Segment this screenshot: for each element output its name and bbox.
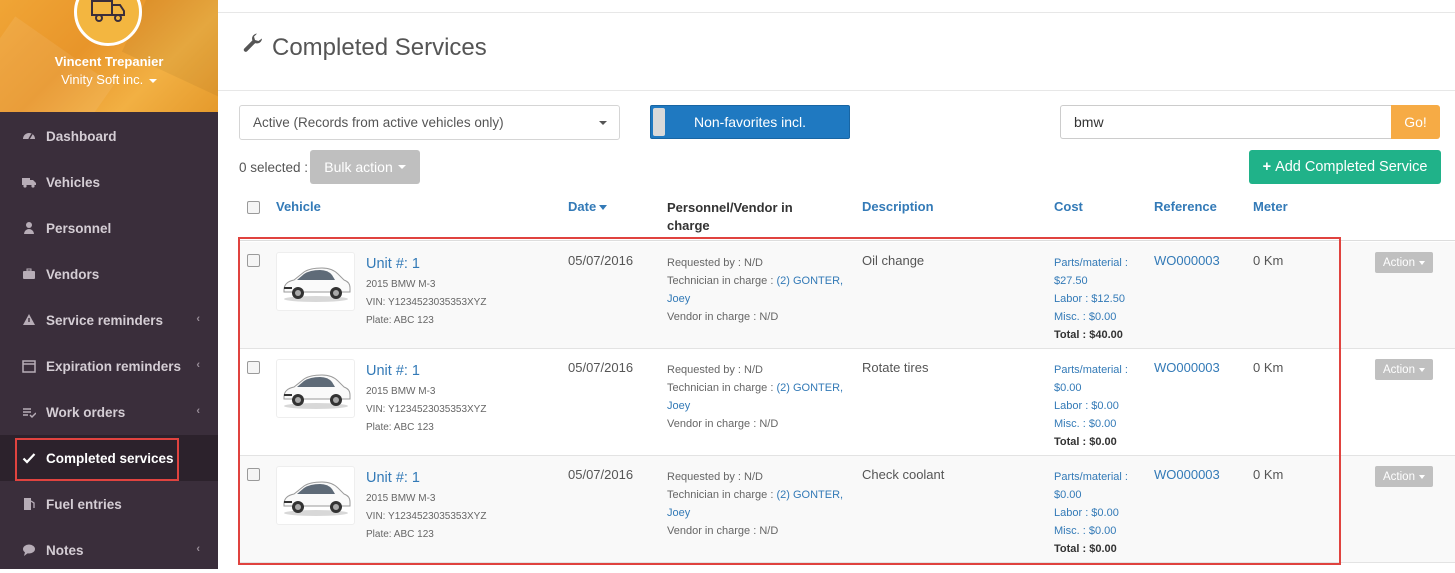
caret-down-icon (148, 78, 157, 83)
bulk-action-label: Bulk action (324, 159, 393, 175)
favorites-toggle[interactable]: Non-favorites incl. (650, 105, 850, 139)
sidebar-item-notes[interactable]: Notes ‹ (0, 527, 218, 573)
page-title-text: Completed Services (272, 33, 487, 61)
chevron-left-icon: ‹ (196, 359, 200, 371)
calendar-icon (22, 359, 36, 373)
go-button[interactable]: Go! (1391, 105, 1440, 139)
sidebar-nav: Dashboard Vehicles Personnel Vendors Service… (0, 113, 218, 573)
selected-count: 0 selected : (239, 160, 309, 175)
truck-logo-icon (91, 0, 125, 22)
dashboard-icon (22, 129, 36, 143)
page-title: Completed Services (242, 33, 487, 62)
wrench-icon (242, 33, 264, 62)
column-date-label: Date (568, 199, 597, 214)
sidebar-item-label: Expiration reminders (46, 358, 182, 374)
highlight-box (15, 438, 179, 481)
title-divider (218, 90, 1455, 91)
favorites-toggle-label: Non-favorites incl. (693, 114, 807, 130)
sidebar: Vincent Trepanier Vinity Soft inc. Dashb… (0, 0, 218, 569)
sidebar-item-fuel-entries[interactable]: Fuel entries (0, 481, 218, 527)
row-action-button[interactable]: Action (1375, 359, 1433, 380)
sidebar-item-label: Personnel (46, 220, 112, 236)
chevron-left-icon: ‹ (196, 405, 200, 417)
sidebar-item-vehicles[interactable]: Vehicles (0, 159, 218, 205)
column-meter[interactable]: Meter (1253, 199, 1288, 214)
toggle-handle[interactable] (653, 108, 665, 136)
action-label: Action (1383, 363, 1415, 376)
sidebar-item-expiration-reminders[interactable]: Expiration reminders ‹ (0, 343, 218, 389)
column-personnel-line1: Personnel/Vendor in (667, 200, 793, 215)
search-input[interactable] (1060, 105, 1392, 139)
plus-icon: + (1262, 159, 1272, 175)
row-action-button[interactable]: Action (1375, 252, 1433, 273)
add-completed-service-label: Add Completed Service (1275, 159, 1428, 175)
sidebar-item-label: Service reminders (46, 312, 164, 328)
sidebar-item-label: Notes (46, 542, 84, 558)
column-cost[interactable]: Cost (1054, 199, 1083, 214)
sidebar-item-label: Vehicles (46, 174, 101, 190)
column-personnel-line2: charge (667, 218, 710, 233)
column-date[interactable]: Date (568, 199, 608, 214)
action-label: Action (1383, 470, 1415, 483)
chevron-left-icon: ‹ (196, 543, 200, 555)
chevron-left-icon: ‹ (196, 313, 200, 325)
user-name: Vincent Trepanier (54, 54, 164, 69)
row-action-button[interactable]: Action (1375, 466, 1433, 487)
caret-down-icon (1418, 260, 1425, 265)
sidebar-item-service-reminders[interactable]: Service reminders ‹ (0, 297, 218, 343)
column-description[interactable]: Description (862, 199, 934, 214)
sidebar-item-label: Work orders (46, 404, 126, 420)
sidebar-item-dashboard[interactable]: Dashboard (0, 113, 218, 159)
bulk-action-button[interactable]: Bulk action (310, 150, 420, 184)
profile-header: Vincent Trepanier Vinity Soft inc. (0, 0, 218, 112)
checklist-icon (22, 405, 36, 419)
comment-icon (22, 543, 36, 557)
briefcase-icon (22, 267, 36, 281)
column-vehicle[interactable]: Vehicle (276, 199, 321, 214)
sidebar-item-work-orders[interactable]: Work orders ‹ (0, 389, 218, 435)
sidebar-item-label: Vendors (46, 266, 100, 282)
caret-down-icon (1418, 367, 1425, 372)
user-icon (22, 221, 36, 235)
caret-down-icon (397, 165, 406, 169)
sort-desc-icon (599, 205, 608, 211)
sidebar-item-vendors[interactable]: Vendors (0, 251, 218, 297)
caret-down-icon (599, 121, 607, 125)
column-personnel: Personnel/Vendor in charge (667, 199, 793, 235)
truck-icon (22, 175, 36, 189)
sidebar-item-label: Dashboard (46, 128, 117, 144)
warning-icon (22, 313, 36, 327)
status-select[interactable]: Active (Records from active vehicles onl… (239, 105, 620, 140)
fuel-icon (22, 497, 36, 511)
org-dropdown[interactable]: Vinity Soft inc. (0, 72, 218, 87)
select-all-checkbox[interactable] (247, 201, 260, 214)
add-completed-service-button[interactable]: + Add Completed Service (1249, 150, 1441, 184)
column-reference[interactable]: Reference (1154, 199, 1217, 214)
top-divider (218, 12, 1455, 13)
action-label: Action (1383, 256, 1415, 269)
status-select-value: Active (Records from active vehicles onl… (253, 115, 504, 130)
highlight-box (238, 237, 1341, 565)
org-name: Vinity Soft inc. (61, 72, 144, 87)
sidebar-item-label: Fuel entries (46, 496, 122, 512)
sidebar-item-personnel[interactable]: Personnel (0, 205, 218, 251)
caret-down-icon (1418, 474, 1425, 479)
